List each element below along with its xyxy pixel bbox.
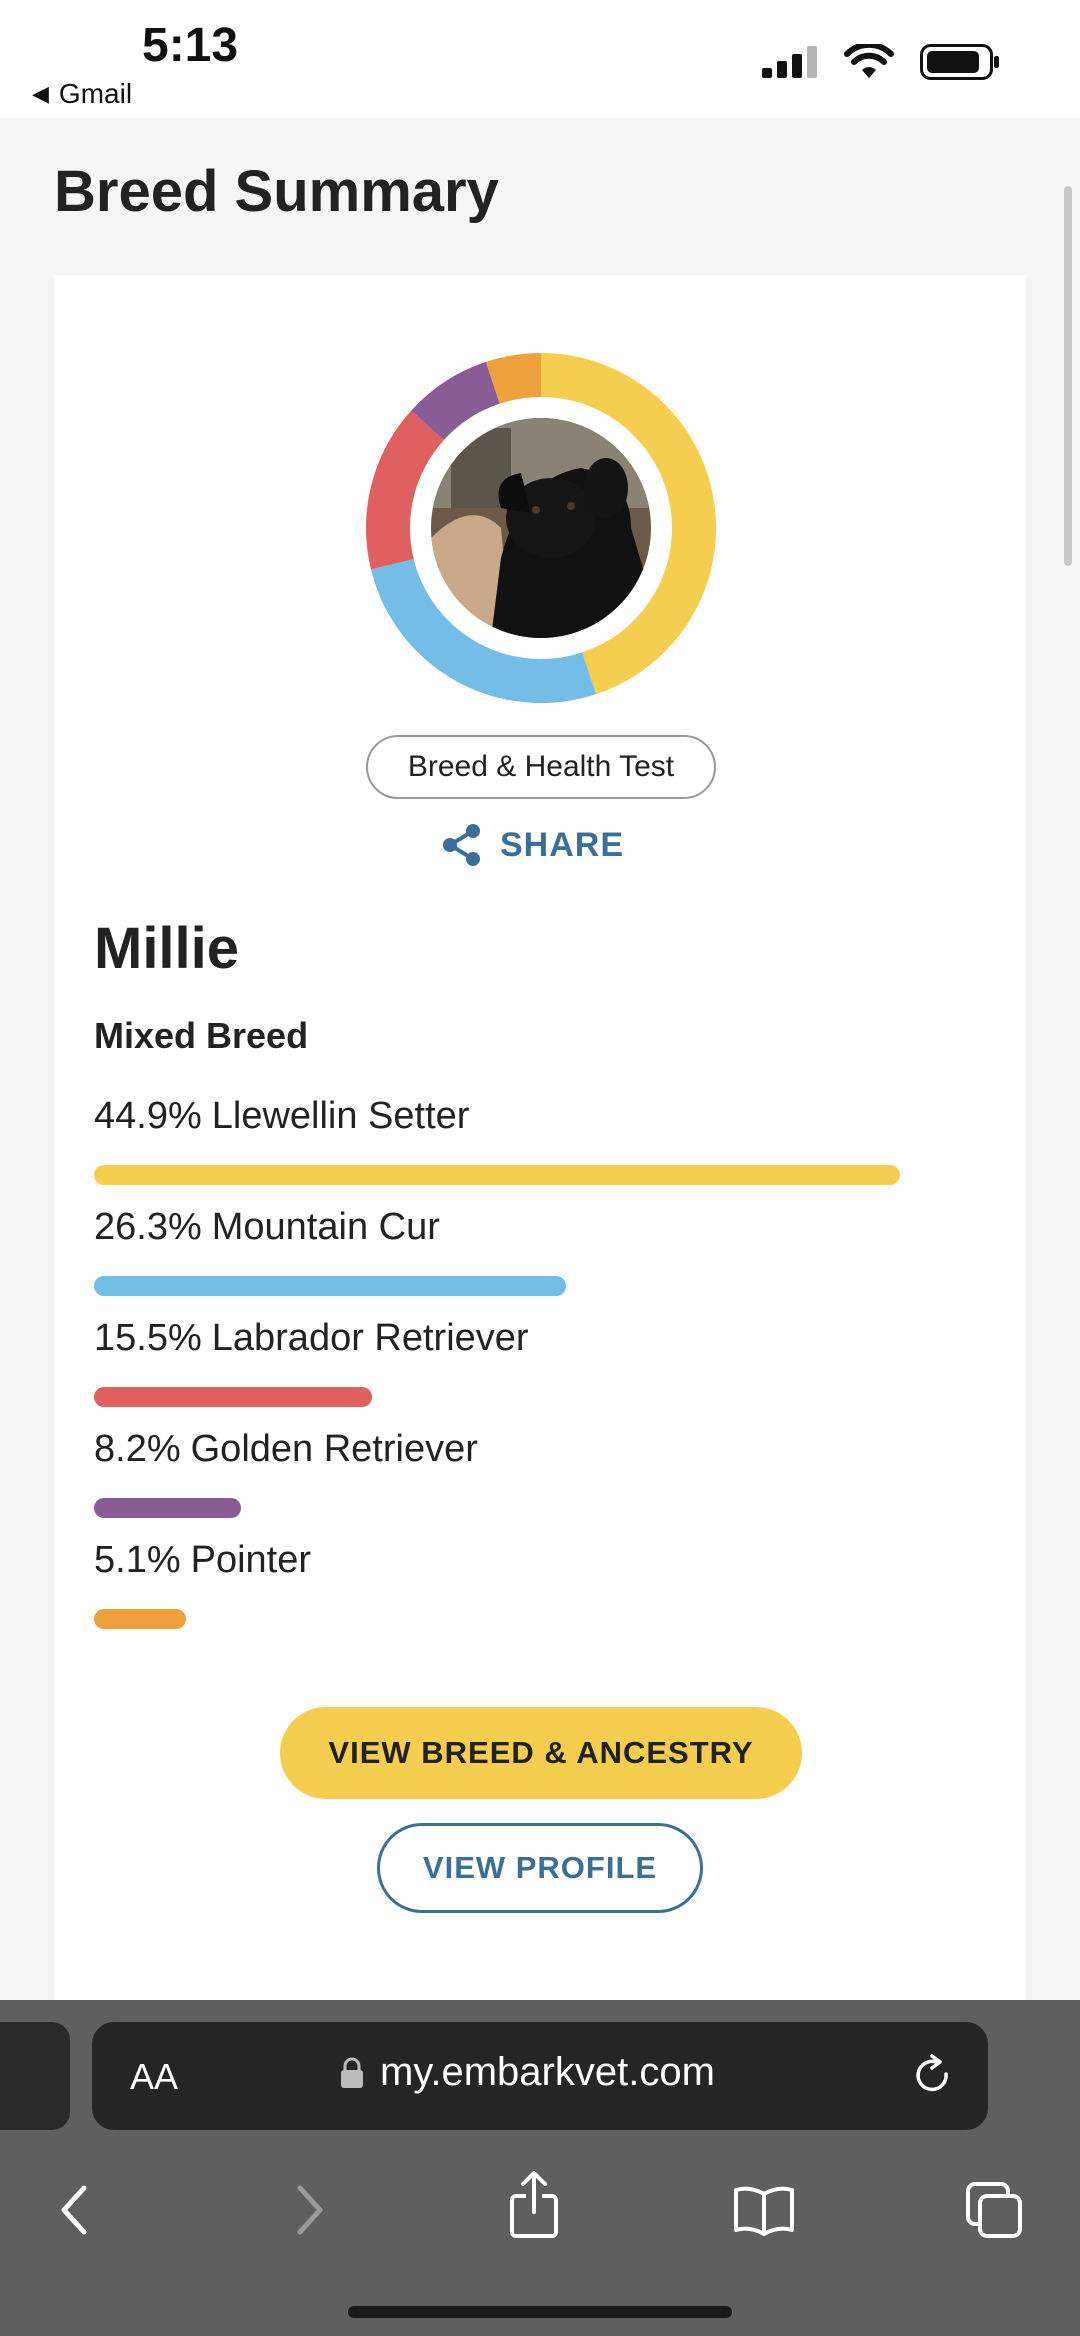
status-time: 5:13 xyxy=(142,19,239,72)
breed-name: Golden Retriever xyxy=(190,1428,478,1470)
breed-percent: 15.5% xyxy=(94,1317,202,1359)
view-profile-button[interactable]: VIEW PROFILE xyxy=(377,1823,703,1913)
breed-name: Mountain Cur xyxy=(211,1206,440,1248)
breed-row: 15.5% Labrador Retriever xyxy=(94,1317,986,1428)
browser-chrome: AA my.embarkvet.com xyxy=(0,2000,1080,2336)
share-nodes-icon xyxy=(443,824,480,866)
donut-segment-2 xyxy=(366,410,445,570)
dog-photo xyxy=(431,418,651,638)
dog-name: Millie xyxy=(94,916,240,981)
breed-name: Llewellin Setter xyxy=(211,1095,470,1137)
status-bar: 5:13 ◀ Gmail xyxy=(0,0,1080,118)
breed-percent: 26.3% xyxy=(94,1206,202,1248)
breed-bar xyxy=(94,1276,567,1296)
address-bar[interactable]: AA my.embarkvet.com xyxy=(92,2022,988,2130)
lock-icon xyxy=(341,2057,363,2088)
breed-row: 44.9% Llewellin Setter xyxy=(94,1095,986,1206)
reload-icon[interactable] xyxy=(910,2052,956,2100)
breed-row: 5.1% Pointer xyxy=(94,1539,986,1650)
wifi-icon xyxy=(844,44,894,78)
previous-tab-edge[interactable] xyxy=(0,2022,70,2130)
page-scrollbar[interactable] xyxy=(1064,186,1072,566)
url-text: my.embarkvet.com xyxy=(380,2050,715,2094)
text-size-label: AA xyxy=(130,2056,179,2097)
breed-mix-label: Mixed Breed xyxy=(94,1015,309,1056)
breed-donut-chart xyxy=(366,353,716,703)
share-button[interactable]: SHARE xyxy=(442,823,624,867)
donut-segment-4 xyxy=(485,353,542,404)
cellular-signal-icon xyxy=(762,46,817,78)
test-type-badge: Breed & Health Test xyxy=(366,735,716,799)
browser-toolbar xyxy=(0,2170,1080,2270)
breed-row: 8.2% Golden Retriever xyxy=(94,1428,986,1539)
back-app-label: Gmail xyxy=(58,78,133,109)
breed-bar xyxy=(94,1609,186,1629)
breed-name: Labrador Retriever xyxy=(211,1317,529,1359)
forward-chevron-icon[interactable] xyxy=(290,2180,330,2240)
breed-summary-card: Breed & Health Test SHARE Millie Mixed B… xyxy=(54,275,1026,2035)
tabs-icon[interactable] xyxy=(964,2180,1024,2240)
back-triangle-icon: ◀ xyxy=(32,81,49,106)
breed-name: Pointer xyxy=(190,1539,312,1581)
back-chevron-icon[interactable] xyxy=(54,2180,94,2240)
breed-percent: 44.9% xyxy=(94,1095,202,1137)
view-breed-ancestry-button[interactable]: VIEW BREED & ANCESTRY xyxy=(280,1707,802,1799)
text-size-button[interactable]: AA xyxy=(130,2056,178,2098)
breed-bar xyxy=(94,1165,900,1185)
share-label: SHARE xyxy=(500,825,625,864)
bookmarks-icon[interactable] xyxy=(732,2184,796,2236)
url-display[interactable]: my.embarkvet.com xyxy=(340,2050,715,2095)
page-title: Breed Summary xyxy=(54,159,499,224)
status-icons xyxy=(762,44,1000,80)
share-icon[interactable] xyxy=(506,2170,562,2240)
home-indicator xyxy=(348,2306,732,2318)
back-to-app-link[interactable]: ◀ Gmail xyxy=(32,78,132,110)
breed-bar xyxy=(94,1387,373,1407)
breed-percent: 5.1% xyxy=(94,1539,181,1581)
breed-percent: 8.2% xyxy=(94,1428,181,1470)
breed-bar xyxy=(94,1498,242,1518)
battery-icon xyxy=(920,44,999,80)
breed-list: 44.9% Llewellin Setter 26.3% Mountain Cu… xyxy=(94,1095,986,1650)
breed-row: 26.3% Mountain Cur xyxy=(94,1206,986,1317)
